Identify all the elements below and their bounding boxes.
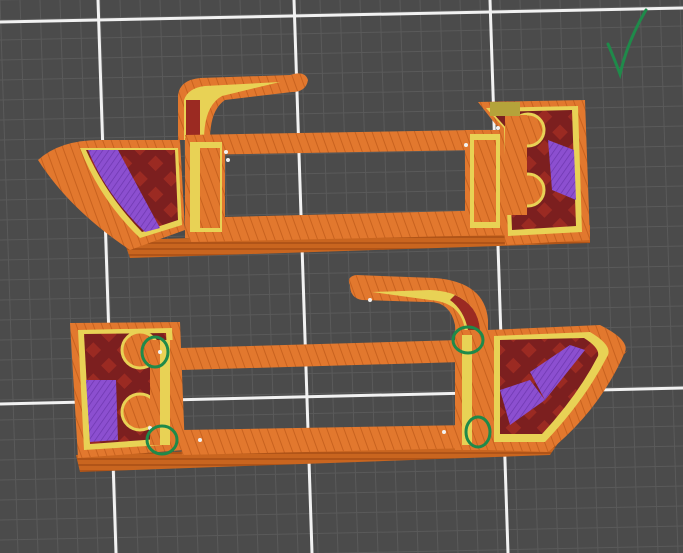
slicer-preview-viewport[interactable] (0, 0, 683, 553)
scene-svg (0, 0, 683, 553)
